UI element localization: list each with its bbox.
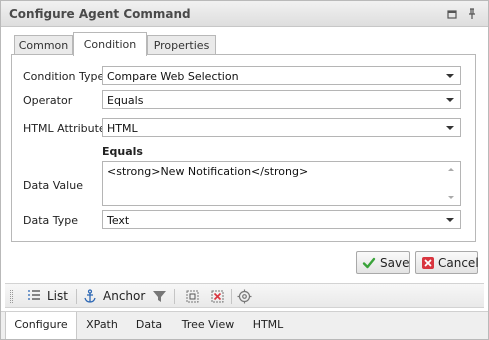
list-button[interactable]: List	[27, 288, 71, 305]
scroll-up-icon[interactable]	[448, 168, 454, 171]
condition-type-dropdown[interactable]: Compare Web Selection	[102, 66, 461, 85]
crosshair-icon[interactable]	[237, 289, 252, 307]
anchor-button[interactable]: Anchor	[83, 288, 147, 305]
operator-value: Equals	[107, 94, 144, 107]
html-attribute-value: HTML	[107, 122, 138, 135]
configure-agent-command-panel: Configure Agent Command Common Condition…	[0, 0, 489, 340]
cancel-label: Cancel	[438, 256, 479, 270]
chevron-down-icon	[446, 126, 454, 130]
toolbar-separator	[76, 289, 77, 304]
operator-label: Operator	[23, 94, 73, 107]
save-label: Save	[380, 256, 410, 270]
filter-icon[interactable]	[152, 289, 167, 307]
select-element-icon[interactable]	[185, 289, 200, 307]
condition-type-label: Condition Type	[23, 70, 105, 83]
window-title: Configure Agent Command	[9, 7, 191, 21]
tab-properties[interactable]: Properties	[147, 35, 216, 55]
data-value-text: <strong>New Notification</strong>	[107, 165, 309, 178]
toolbar-separator	[231, 289, 232, 304]
pin-icon[interactable]	[465, 7, 479, 21]
tab-configure[interactable]: Configure	[5, 312, 77, 339]
save-button[interactable]: Save	[356, 251, 410, 274]
cancel-x-icon	[421, 256, 435, 270]
tab-common[interactable]: Common	[14, 35, 73, 55]
toolbar-grip[interactable]	[10, 290, 13, 303]
list-icon	[27, 289, 41, 306]
toolbar-separator	[174, 289, 175, 304]
data-type-label: Data Type	[23, 214, 79, 227]
list-label: List	[47, 289, 68, 303]
html-attribute-dropdown[interactable]: HTML	[102, 118, 461, 137]
tab-xpath[interactable]: XPath	[79, 312, 125, 339]
cancel-button[interactable]: Cancel	[415, 251, 479, 274]
checkmark-icon	[362, 256, 376, 270]
tab-condition[interactable]: Condition	[73, 32, 147, 56]
tab-data[interactable]: Data	[129, 312, 169, 339]
chevron-down-icon	[446, 74, 454, 78]
tab-tree-view[interactable]: Tree View	[175, 312, 241, 339]
condition-type-value: Compare Web Selection	[107, 70, 239, 83]
chevron-down-icon	[446, 218, 454, 222]
bottom-tab-strip: Configure XPath Data Tree View HTML	[1, 311, 488, 339]
data-value-label: Data Value	[23, 179, 83, 192]
data-value-textarea[interactable]: <strong>New Notification</strong>	[102, 161, 461, 206]
equals-caption: Equals	[102, 145, 143, 158]
anchor-label: Anchor	[103, 289, 146, 303]
restore-icon[interactable]	[445, 7, 459, 21]
tab-html[interactable]: HTML	[245, 312, 291, 339]
chevron-down-icon	[446, 98, 454, 102]
data-type-value: Text	[107, 214, 130, 227]
operator-dropdown[interactable]: Equals	[102, 90, 461, 109]
html-attribute-label: HTML Attribute	[23, 122, 106, 135]
data-type-dropdown[interactable]: Text	[102, 210, 461, 229]
title-bar: Configure Agent Command	[1, 1, 488, 27]
selector-toolbar: List Anchor	[5, 283, 484, 308]
scroll-down-icon[interactable]	[448, 196, 454, 199]
anchor-icon	[83, 289, 97, 306]
clear-selection-icon[interactable]	[210, 289, 225, 307]
